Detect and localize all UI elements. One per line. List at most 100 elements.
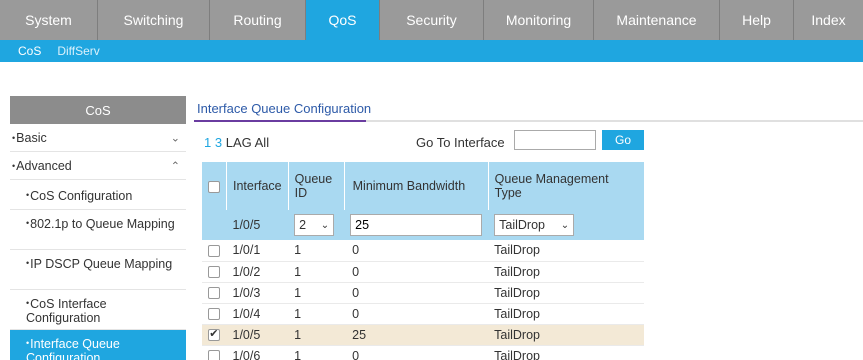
bullet-icon: •: [26, 298, 30, 308]
filter-link-lag[interactable]: LAG: [226, 135, 252, 150]
chevron-down-icon: ⌄: [560, 219, 570, 231]
sidebar-item-label: IP DSCP Queue Mapping: [30, 257, 173, 271]
sidebar-item-label: CoS Interface Configuration: [26, 297, 107, 325]
cell-mgmt-type: TailDrop: [488, 261, 644, 283]
page-title: Interface Queue Configuration: [197, 101, 372, 116]
cell-queue-id: 1: [288, 261, 345, 283]
tab-index[interactable]: Index: [794, 0, 863, 40]
bullet-icon: •: [26, 258, 30, 268]
interface-filter-links: 1 3 LAG All: [204, 135, 269, 150]
goto-interface-input[interactable]: [514, 130, 596, 150]
chevron-down-icon: ⌄: [170, 132, 180, 144]
sidebar-item-basic[interactable]: • Basic ⌄: [10, 124, 186, 152]
top-nav: System Switching Routing QoS Security Mo…: [0, 0, 863, 40]
chevron-up-icon: ⌃: [170, 160, 180, 172]
sidebar-item-8021p-queue-mapping[interactable]: •802.1p to Queue Mapping: [10, 210, 186, 250]
min-bandwidth-input[interactable]: [350, 214, 483, 236]
main-panel: Interface Queue Configuration 1 3 LAG Al…: [194, 96, 863, 360]
row-checkbox-cell: [202, 303, 227, 325]
cell-interface: 1/0/1: [226, 240, 289, 262]
filter-link-3[interactable]: 3: [215, 135, 222, 150]
sidebar-item-cos-configuration[interactable]: •CoS Configuration: [10, 180, 186, 210]
tab-system[interactable]: System: [0, 0, 98, 40]
cell-mgmt-type: TailDrop: [488, 324, 644, 346]
table-row[interactable]: 1/0/1 1 0 TailDrop: [202, 240, 644, 262]
cell-queue-id: 1: [288, 345, 345, 360]
sidebar: CoS • Basic ⌄ • Advanced ⌃ •CoS Configur…: [10, 96, 186, 360]
bullet-icon: •: [26, 338, 30, 348]
bullet-icon: •: [12, 132, 16, 143]
row-checkbox[interactable]: [208, 350, 221, 360]
sidebar-item-label: Basic: [16, 130, 47, 145]
col-header-min-bandwidth: Minimum Bandwidth: [344, 162, 489, 210]
edit-row-checkbox-cell: [202, 210, 227, 240]
col-header-queue-id: Queue ID: [288, 162, 345, 210]
table-row[interactable]: 1/0/3 1 0 TailDrop: [202, 282, 644, 304]
edit-queue-id-cell: 2 ⌄: [288, 210, 345, 240]
queue-id-value: 2: [299, 218, 307, 232]
cell-min-bw: 0: [344, 240, 489, 262]
tab-maintenance[interactable]: Maintenance: [594, 0, 720, 40]
cell-min-bw: 0: [344, 345, 489, 360]
cell-mgmt-type: TailDrop: [488, 345, 644, 360]
row-checkbox-cell: [202, 345, 227, 360]
tab-monitoring[interactable]: Monitoring: [484, 0, 594, 40]
bullet-icon: •: [26, 218, 30, 228]
tab-qos[interactable]: QoS: [306, 0, 380, 40]
filter-link-1[interactable]: 1: [204, 135, 211, 150]
table-row[interactable]: 1/0/2 1 0 TailDrop: [202, 261, 644, 283]
sidebar-item-label: 802.1p to Queue Mapping: [30, 217, 175, 231]
select-all-header: [202, 162, 227, 210]
cell-interface: 1/0/6: [226, 345, 289, 360]
tab-help[interactable]: Help: [720, 0, 794, 40]
tab-switching[interactable]: Switching: [98, 0, 210, 40]
bullet-icon: •: [26, 190, 30, 200]
sidebar-item-interface-queue-configuration[interactable]: •Interface Queue Configuration: [10, 330, 186, 360]
row-checkbox[interactable]: [208, 244, 221, 257]
row-checkbox-cell: [202, 282, 227, 304]
row-checkbox-cell: [202, 324, 227, 346]
select-all-checkbox[interactable]: [208, 180, 220, 193]
mgmt-type-select[interactable]: TailDrop ⌄: [494, 214, 575, 236]
edit-min-bw-cell: [344, 210, 489, 240]
cell-queue-id: 1: [288, 303, 345, 325]
table-header-row: Interface Queue ID Minimum Bandwidth Que…: [202, 162, 644, 210]
row-checkbox[interactable]: [208, 287, 221, 300]
toolbar: 1 3 LAG All Go To Interface Go: [194, 122, 863, 156]
cell-min-bw: 0: [344, 303, 489, 325]
subtab-cos[interactable]: CoS: [0, 44, 47, 58]
table-row-selected[interactable]: 1/0/5 1 25 TailDrop: [202, 324, 644, 346]
filter-link-all[interactable]: All: [255, 135, 269, 150]
table-row[interactable]: 1/0/6 1 0 TailDrop: [202, 345, 644, 360]
tab-security[interactable]: Security: [380, 0, 484, 40]
table-row[interactable]: 1/0/4 1 0 TailDrop: [202, 303, 644, 325]
go-button[interactable]: Go: [602, 130, 644, 150]
row-checkbox-cell: [202, 261, 227, 283]
cell-min-bw: 25: [344, 324, 489, 346]
sidebar-item-ip-dscp-queue-mapping[interactable]: •IP DSCP Queue Mapping: [10, 250, 186, 290]
cell-interface: 1/0/3: [226, 282, 289, 304]
cell-min-bw: 0: [344, 261, 489, 283]
bullet-icon: •: [12, 160, 16, 171]
sidebar-item-label: Advanced: [16, 158, 72, 173]
row-checkbox[interactable]: [208, 266, 221, 279]
row-checkbox-checked[interactable]: [208, 327, 221, 342]
sidebar-item-label: Interface Queue Configuration: [26, 337, 120, 360]
row-checkbox[interactable]: [208, 308, 221, 321]
row-checkbox-cell: [202, 240, 227, 262]
cell-min-bw: 0: [344, 282, 489, 304]
cell-interface: 1/0/4: [226, 303, 289, 325]
cell-queue-id: 1: [288, 240, 345, 262]
cell-interface: 1/0/5: [226, 324, 289, 346]
tab-routing[interactable]: Routing: [210, 0, 306, 40]
goto-interface-label: Go To Interface: [416, 135, 505, 150]
edit-interface: 1/0/5: [226, 210, 289, 240]
sidebar-item-advanced[interactable]: • Advanced ⌃: [10, 152, 186, 180]
cell-mgmt-type: TailDrop: [488, 240, 644, 262]
sub-nav: CoS DiffServ: [0, 40, 863, 62]
subtab-diffserv[interactable]: DiffServ: [47, 44, 105, 58]
edit-mgmt-type-cell: TailDrop ⌄: [488, 210, 644, 240]
queue-id-select[interactable]: 2 ⌄: [294, 214, 335, 236]
sidebar-item-cos-interface-configuration[interactable]: •CoS Interface Configuration: [10, 290, 186, 330]
mgmt-type-value: TailDrop: [499, 218, 545, 232]
